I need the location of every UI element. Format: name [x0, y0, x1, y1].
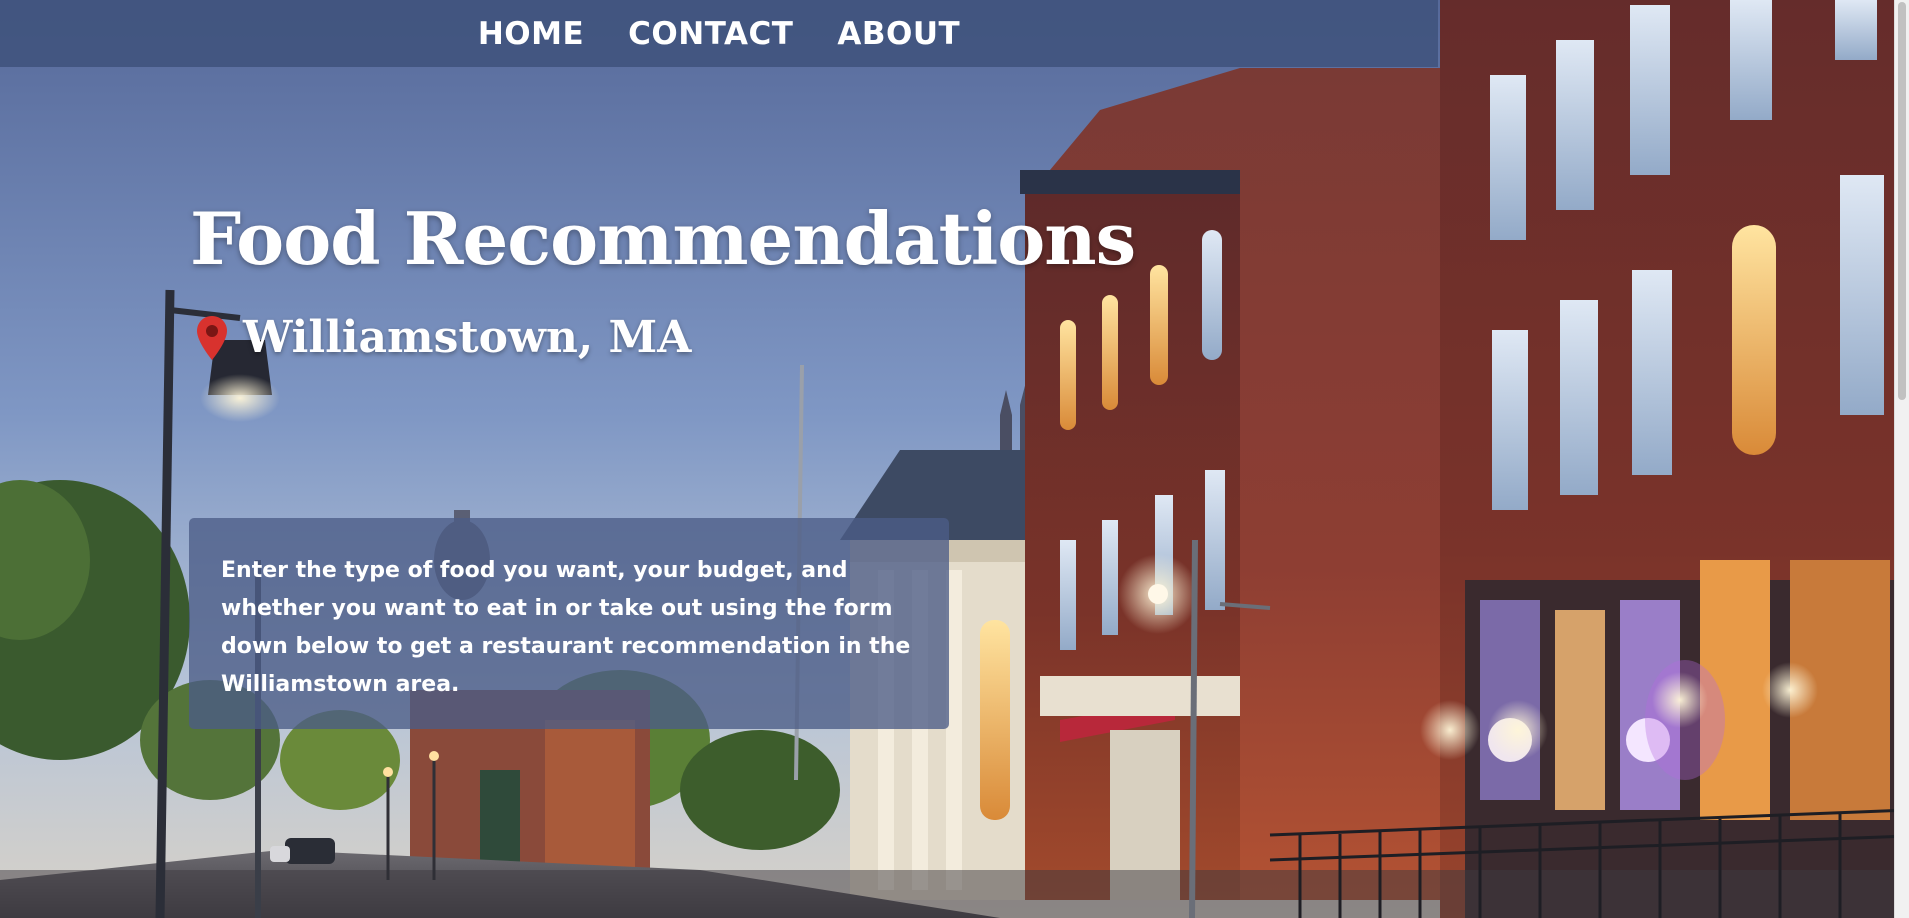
nav-about-link[interactable]: ABOUT	[837, 16, 960, 52]
page-title: Food Recommendations	[190, 196, 1136, 281]
nav-links: HOME CONTACT ABOUT	[0, 0, 1438, 67]
map-pin-icon	[197, 315, 227, 360]
vertical-scrollbar[interactable]	[1894, 0, 1909, 918]
location-heading: Williamstown, MA	[195, 312, 691, 363]
instructions-text: Enter the type of food you want, your bu…	[221, 558, 911, 697]
instructions-box: Enter the type of food you want, your bu…	[189, 518, 949, 729]
nav-contact-link[interactable]: CONTACT	[628, 16, 793, 52]
location-text: Williamstown, MA	[243, 312, 692, 363]
top-navbar: HOME CONTACT ABOUT	[0, 0, 1438, 67]
scrollbar-thumb[interactable]	[1898, 2, 1906, 400]
nav-home-link[interactable]: HOME	[478, 16, 584, 52]
background-street-photo	[0, 0, 1909, 918]
